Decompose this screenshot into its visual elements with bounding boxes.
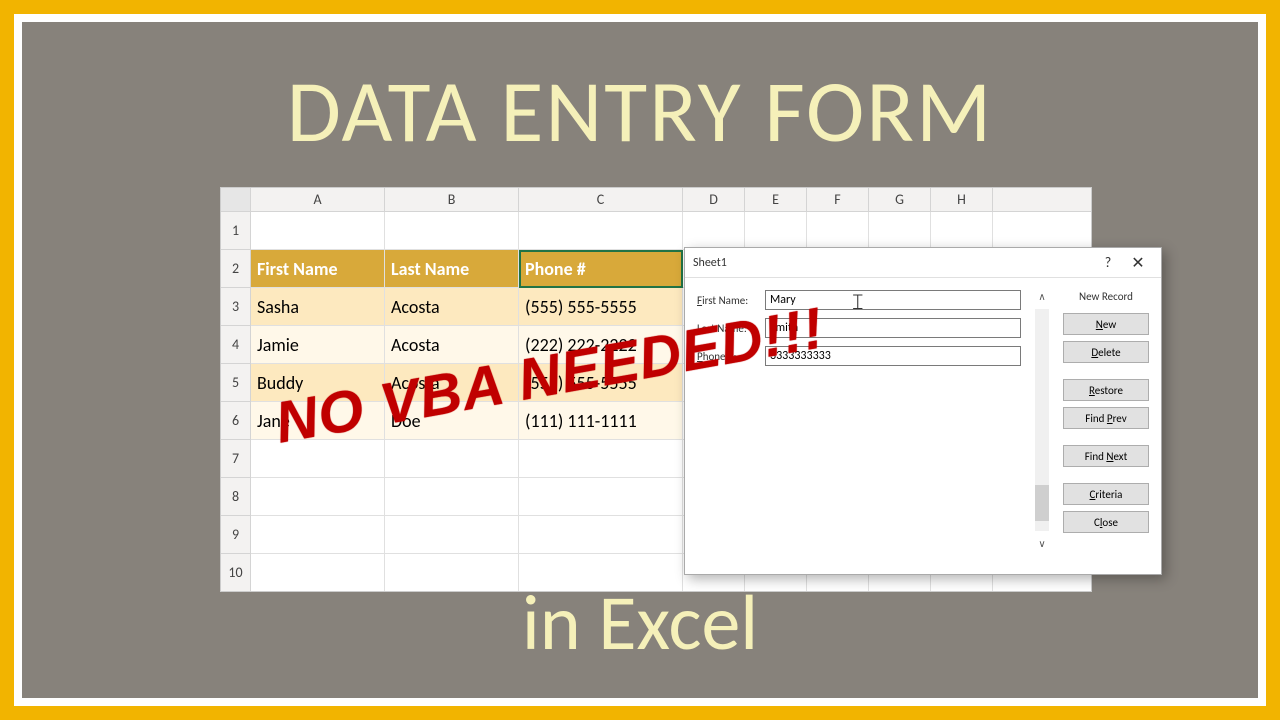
cell[interactable]: [807, 212, 869, 250]
row-header-9[interactable]: 9: [221, 516, 251, 554]
cell[interactable]: [519, 212, 683, 250]
cell[interactable]: [745, 212, 807, 250]
col-header-C[interactable]: C: [519, 188, 683, 211]
row-headers: 12345678910: [221, 212, 251, 592]
cell[interactable]: [519, 440, 683, 478]
col-header-G[interactable]: G: [869, 188, 931, 211]
cell[interactable]: [251, 212, 385, 250]
close-button[interactable]: Close: [1063, 511, 1149, 533]
dialog-titlebar[interactable]: Sheet1 ? ✕: [685, 248, 1161, 278]
cell[interactable]: [385, 212, 519, 250]
scroll-thumb[interactable]: [1035, 485, 1049, 521]
col-header-F[interactable]: F: [807, 188, 869, 211]
cell[interactable]: [931, 212, 993, 250]
help-icon[interactable]: ?: [1093, 254, 1123, 271]
find-next-button[interactable]: Find Next: [1063, 445, 1149, 467]
row-header-7[interactable]: 7: [221, 440, 251, 478]
scroll-track[interactable]: [1035, 309, 1049, 531]
cell[interactable]: Jamie: [251, 326, 385, 364]
row-header-3[interactable]: 3: [221, 288, 251, 326]
cell[interactable]: First Name: [251, 250, 385, 288]
record-status: New Record: [1063, 290, 1149, 303]
text-cursor-icon: 𝙸: [850, 288, 866, 315]
subtitle: in Excel: [22, 575, 1258, 670]
data-form-dialog[interactable]: Sheet1 ? ✕ First Name:Last Name:Phone #:…: [684, 247, 1162, 575]
row-header-4[interactable]: 4: [221, 326, 251, 364]
criteria-button[interactable]: Criteria: [1063, 483, 1149, 505]
cell[interactable]: (555) 555-5555: [519, 288, 683, 326]
col-header-D[interactable]: D: [683, 188, 745, 211]
cell[interactable]: Phone #: [519, 250, 683, 288]
cell[interactable]: [385, 516, 519, 554]
dialog-title: Sheet1: [693, 256, 1093, 270]
row-header-8[interactable]: 8: [221, 478, 251, 516]
col-header-A[interactable]: A: [251, 188, 385, 211]
cell[interactable]: [251, 478, 385, 516]
scroll-up-icon[interactable]: ∧: [1038, 290, 1045, 303]
cell[interactable]: [869, 212, 931, 250]
close-icon[interactable]: ✕: [1123, 253, 1153, 273]
inner-frame: DATA ENTRY FORM ABCDEFGH 12345678910 Fir…: [14, 14, 1266, 706]
dialog-buttons: New Record New Delete Restore Find Prev Find…: [1063, 290, 1149, 550]
cell[interactable]: Sasha: [251, 288, 385, 326]
main-title: DATA ENTRY FORM: [22, 57, 1258, 165]
cell[interactable]: [385, 440, 519, 478]
col-header-H[interactable]: H: [931, 188, 993, 211]
row-header-2[interactable]: 2: [221, 250, 251, 288]
new-button[interactable]: New: [1063, 313, 1149, 335]
row-header-6[interactable]: 6: [221, 402, 251, 440]
outer-frame: DATA ENTRY FORM ABCDEFGH 12345678910 Fir…: [0, 0, 1280, 720]
cell[interactable]: [519, 516, 683, 554]
col-header-E[interactable]: E: [745, 188, 807, 211]
dialog-scrollbar[interactable]: ∧ ∨: [1033, 290, 1051, 550]
cell[interactable]: [519, 478, 683, 516]
cell[interactable]: [251, 516, 385, 554]
cell[interactable]: [683, 212, 745, 250]
scroll-down-icon[interactable]: ∨: [1038, 537, 1045, 550]
col-header-B[interactable]: B: [385, 188, 519, 211]
select-all-corner[interactable]: [221, 188, 251, 211]
row-header-5[interactable]: 5: [221, 364, 251, 402]
gray-panel: DATA ENTRY FORM ABCDEFGH 12345678910 Fir…: [22, 22, 1258, 698]
restore-button[interactable]: Restore: [1063, 379, 1149, 401]
cell[interactable]: Acosta: [385, 288, 519, 326]
column-headers: ABCDEFGH: [221, 188, 1091, 212]
find-prev-button[interactable]: Find Prev: [1063, 407, 1149, 429]
row-header-1[interactable]: 1: [221, 212, 251, 250]
delete-button[interactable]: Delete: [1063, 341, 1149, 363]
cell[interactable]: [385, 478, 519, 516]
cell[interactable]: Last Name: [385, 250, 519, 288]
